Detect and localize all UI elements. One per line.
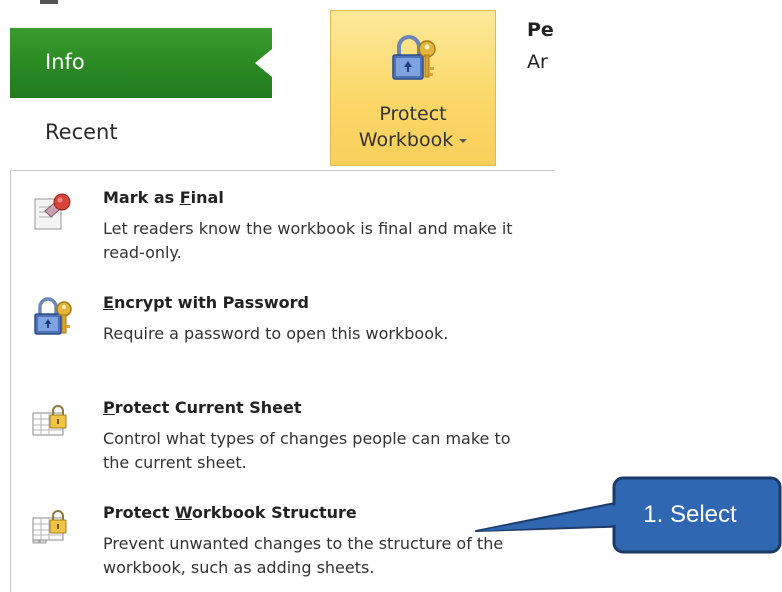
menu-item-mark-as-final[interactable]: Mark as Final Let readers know the workb… [11,171,554,276]
protect-workbook-label-line2: Workbook [358,129,454,151]
permissions-subtext: Ar [527,51,548,73]
title-access-key: F [179,188,191,207]
protect-workbook-icon [32,510,67,544]
protect-workbook-button[interactable]: Protect Workbook [330,10,496,166]
menu-item-description: Let readers know the workbook is final a… [103,219,513,262]
title-text: ncrypt with Password [113,293,309,312]
dropdown-caret-icon [459,138,468,143]
menu-item-protect-workbook-structure[interactable]: Protect Workbook Structure Prevent unwan… [11,486,554,591]
menu-item-title: Protect Current Sheet [103,397,301,419]
nav-item-recent[interactable]: Recent [10,110,250,158]
nav-item-info-label: Info [45,50,85,74]
permissions-heading: Pe [527,19,553,41]
menu-item-title: Mark as Final [103,187,224,209]
nav-item-info[interactable]: Info [10,28,272,98]
callout-select: 1. Select [612,476,782,554]
nav-item-recent-label: Recent [45,120,118,144]
menu-item-description: Require a password to open this workbook… [103,324,449,343]
lock-key-icon [34,297,72,335]
menu-item-description: Prevent unwanted changes to the structur… [103,534,504,577]
menu-item-title: Protect Workbook Structure [103,502,357,524]
backstage-nav: Info Recent [0,0,272,170]
lock-key-icon [392,35,436,80]
callout-label: 1. Select [643,501,737,528]
protect-workbook-label: Protect Workbook [331,101,495,153]
protect-workbook-label-line1: Protect [379,103,447,125]
menu-item-encrypt-with-password[interactable]: Encrypt with Password Require a password… [11,276,554,381]
menu-item-title: Encrypt with Password [103,292,309,314]
title-text: inal [190,188,224,207]
protect-sheet-icon [32,405,67,436]
title-access-key: P [103,398,115,417]
title-access-key: W [174,503,192,522]
menu-item-protect-current-sheet[interactable]: Protect Current Sheet Control what types… [11,381,554,486]
title-access-key: E [103,293,114,312]
nav-cropped-item [40,0,58,4]
title-text: orkbook Structure [191,503,357,522]
title-text: Protect [103,503,175,522]
title-text: rotect Current Sheet [114,398,302,417]
mark-final-icon [34,193,71,230]
protect-workbook-menu: Mark as Final Let readers know the workb… [10,170,554,592]
title-text: Mark as [103,188,180,207]
menu-item-description: Control what types of changes people can… [103,429,511,472]
protect-workbook-label-line2-wrap: Workbook [331,127,495,153]
